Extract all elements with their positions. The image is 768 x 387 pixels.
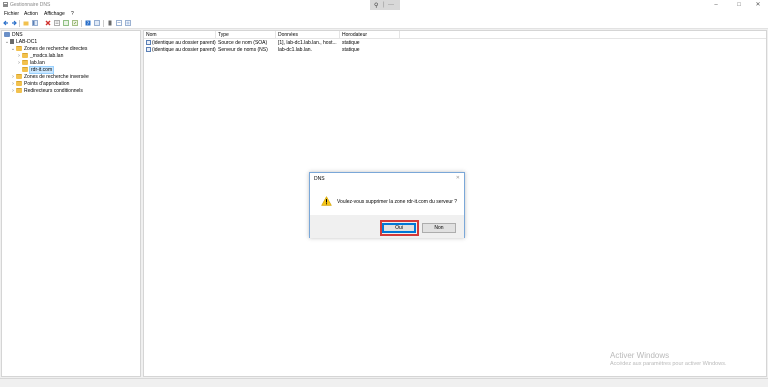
refresh-icon[interactable] (63, 20, 69, 26)
server-icon (10, 39, 14, 44)
delete-icon[interactable] (45, 20, 51, 26)
console-tree: DNS ⌄ LAB-DC1 ⌄ Zones de recherche directe… (1, 30, 141, 377)
tree-node-lab-lan[interactable]: › lab.lan (16, 60, 45, 67)
close-window-button[interactable]: ✕ (748, 0, 768, 10)
folder-icon (16, 81, 22, 86)
view-icon[interactable] (94, 20, 100, 26)
server-icon[interactable] (107, 20, 113, 26)
zoom-separator: | (383, 2, 385, 8)
export-icon[interactable] (72, 20, 78, 26)
dialog-body: Voulez-vous supprimer la zone rdr-it.com… (310, 185, 464, 215)
zone-folder-icon (22, 67, 28, 72)
dialog-title: DNS (314, 176, 325, 182)
dialog-message: Voulez-vous supprimer la zone rdr-it.com… (337, 199, 458, 205)
record-data-cell: [1], lab-dc1.lab.lan., host... (278, 40, 337, 46)
folder-icon (16, 46, 22, 51)
toolbar-separator (103, 20, 104, 27)
maximize-button[interactable]: □ (729, 0, 749, 10)
toolbar-separator (19, 20, 20, 27)
menu-action[interactable]: Action (24, 11, 38, 17)
tree-node-msdcs[interactable]: › _msdcs.lab.lan (16, 53, 63, 60)
toolbar-separator (81, 20, 82, 27)
record-name-cell: (identique au dossier parent) (146, 40, 216, 47)
column-header-name[interactable]: Nom (144, 31, 216, 39)
tree-node-server[interactable]: ⌄ LAB-DC1 (4, 39, 37, 46)
yes-button[interactable]: Oui (382, 223, 416, 233)
window-title: Gestionnaire DNS (10, 2, 51, 8)
tree-node-forward-zones[interactable]: ⌄ Zones de recherche directes (10, 46, 87, 53)
menu-fichier[interactable]: Fichier (4, 11, 19, 17)
dns-app-icon (3, 2, 8, 7)
dialog-close-icon[interactable]: ✕ (456, 175, 460, 181)
column-header-type[interactable]: Type (216, 31, 276, 39)
delete-zone-dialog: DNS ✕ Voulez-vous supprimer la zone rdr-… (309, 172, 465, 238)
dns-icon (4, 32, 10, 37)
record-timestamp-cell: statique (342, 40, 360, 46)
zoom-icon[interactable]: ⚲ (374, 2, 378, 9)
table-row[interactable]: (identique au dossier parent) Source de … (144, 40, 766, 47)
table-row[interactable]: (identique au dossier parent) Serveur de… (144, 47, 766, 54)
tree-node-reverse-zones[interactable]: › Zones de recherche inversée (10, 74, 89, 81)
record-icon (146, 40, 151, 45)
properties-icon[interactable] (54, 20, 60, 26)
minimize-button[interactable]: – (706, 0, 726, 10)
watermark-line1: Activer Windows (610, 351, 670, 360)
tree-node-dns[interactable]: DNS (4, 32, 23, 39)
show-tree-icon[interactable] (32, 20, 38, 26)
toolbar: ? (0, 18, 768, 29)
zone-folder-icon (22, 60, 28, 65)
column-header-data[interactable]: Données (276, 31, 340, 39)
record-type-cell: Serveur de noms (NS) (218, 47, 268, 53)
more-options-icon[interactable]: ··· (388, 2, 394, 8)
record-type-cell: Source de nom (SOA) (218, 40, 268, 46)
tree-node-trust-points[interactable]: › Points d'approbation (10, 81, 69, 88)
record-data-cell: lab-dc1.lab.lan. (278, 47, 312, 53)
record-icon (146, 47, 151, 52)
no-button[interactable]: Non (422, 223, 456, 233)
tree-node-rdr-it[interactable]: rdr-it.com (16, 66, 55, 74)
help-icon[interactable]: ? (85, 20, 91, 26)
zone-folder-icon (22, 53, 28, 58)
list-header: Nom Type Données Horodateur (144, 31, 766, 39)
folder-icon (16, 74, 22, 79)
menu-bar: Fichier Action Affichage ? (0, 10, 768, 18)
up-icon[interactable] (23, 20, 29, 26)
dialog-footer: Oui Non (310, 215, 464, 238)
record-timestamp-cell: statique (342, 47, 360, 53)
zone-icon[interactable] (125, 20, 131, 26)
forward-icon[interactable] (11, 20, 17, 26)
status-bar (0, 378, 768, 387)
back-icon[interactable] (3, 20, 9, 26)
warning-icon (321, 196, 332, 206)
record-name-cell: (identique au dossier parent) (146, 47, 216, 54)
folder-icon (16, 88, 22, 93)
menu-affichage[interactable]: Affichage (44, 11, 65, 17)
activate-windows-watermark: Activer Windows Accédez aux paramètres p… (610, 351, 726, 367)
watermark-line2: Accédez aux paramètres pour activer Wind… (610, 361, 727, 367)
menu-help[interactable]: ? (71, 11, 74, 17)
dns-manager-window: Gestionnaire DNS – □ ✕ ⚲ | ··· Fichier A… (0, 0, 768, 387)
record-icon[interactable] (116, 20, 122, 26)
tree-node-conditional-forwarders[interactable]: › Redirecteurs conditionnels (10, 88, 83, 95)
column-header-timestamp[interactable]: Horodateur (340, 31, 400, 39)
